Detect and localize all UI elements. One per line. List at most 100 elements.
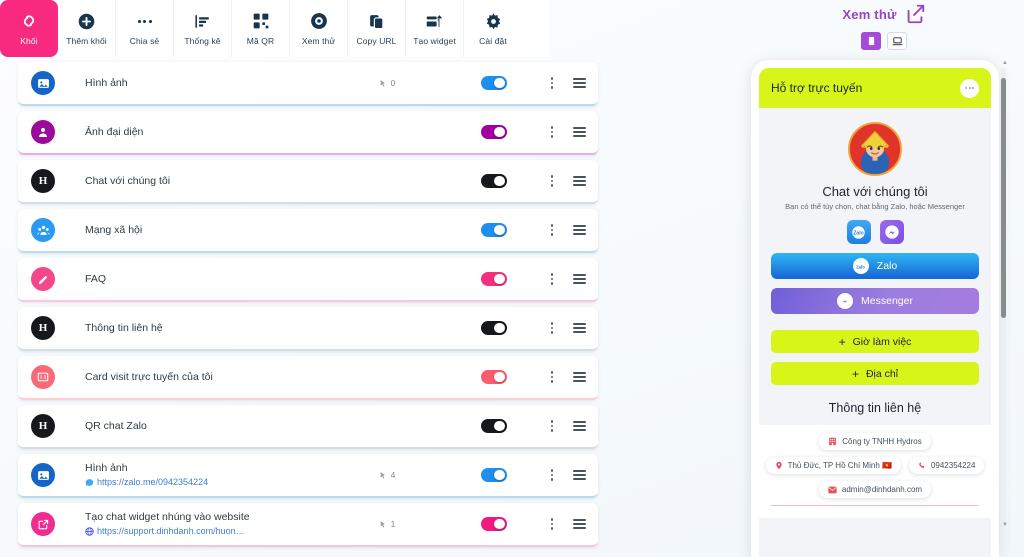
zalo-mini-icon[interactable]: Zalo bbox=[846, 220, 871, 244]
working-hours-label: Giờ làm việc bbox=[852, 335, 912, 348]
row-menu-icon[interactable] bbox=[549, 369, 555, 384]
row-toggle[interactable] bbox=[480, 468, 507, 482]
widget-preview-screen: Hỗ trợ trực tuyến Chat với chúng tôi Bạn… bbox=[759, 68, 991, 557]
row-texts: FAQ bbox=[85, 273, 361, 286]
table-row[interactable]: Hình ảnh https://zalo.me/0942354224 4 bbox=[18, 454, 598, 498]
toolbar-item-copy-url[interactable]: Copy URL bbox=[348, 0, 406, 57]
row-actions bbox=[549, 124, 586, 139]
toolbar-item-cai-dat[interactable]: Cài đặt bbox=[464, 0, 522, 57]
row-menu-icon[interactable] bbox=[549, 124, 555, 139]
eye-icon bbox=[310, 11, 328, 31]
row-menu-icon[interactable] bbox=[549, 418, 555, 433]
plus-icon: + bbox=[838, 334, 846, 349]
drag-handle-icon[interactable] bbox=[573, 223, 586, 237]
email-chip[interactable]: admin@dinhdanh.com bbox=[818, 481, 932, 498]
image-icon bbox=[31, 71, 55, 95]
preview-scrollbar[interactable] bbox=[1001, 68, 1006, 523]
row-click-count: 4 bbox=[379, 470, 439, 480]
row-toggle[interactable] bbox=[480, 76, 507, 90]
toolbar-item-xem-thu[interactable]: Xem thử bbox=[290, 0, 348, 57]
row-toggle[interactable] bbox=[480, 419, 507, 433]
row-menu-icon[interactable] bbox=[549, 467, 555, 482]
pin-icon bbox=[775, 461, 782, 470]
toolbar-label: Xem thử bbox=[301, 36, 336, 46]
drag-handle-icon[interactable] bbox=[573, 517, 586, 531]
row-menu-icon[interactable] bbox=[549, 222, 555, 237]
address-chip[interactable]: Thủ Đức, TP Hồ Chí Minh 🇻🇳 bbox=[765, 457, 901, 474]
row-toggle[interactable] bbox=[480, 125, 507, 139]
row-menu-icon[interactable] bbox=[549, 271, 555, 286]
table-row[interactable]: FAQ bbox=[18, 258, 598, 302]
share-icon[interactable] bbox=[904, 3, 926, 25]
preview-title: Xem thử bbox=[842, 6, 897, 22]
toolbar-item-tao-widget[interactable]: Tạo widget bbox=[406, 0, 464, 57]
drag-handle-icon[interactable] bbox=[573, 419, 586, 433]
row-actions bbox=[549, 516, 586, 531]
table-row[interactable]: H Chat với chúng tôi bbox=[18, 160, 598, 204]
globe-icon bbox=[85, 526, 94, 536]
toolbar-item-ma-qr[interactable]: Mã QR bbox=[232, 0, 290, 57]
table-row[interactable]: H Thông tin liên hệ bbox=[18, 307, 598, 351]
table-row[interactable]: Hình ảnh 0 bbox=[18, 62, 598, 106]
working-hours-button[interactable]: + Giờ làm việc bbox=[771, 330, 979, 353]
row-toggle[interactable] bbox=[480, 174, 507, 188]
table-row[interactable]: H QR chat Zalo bbox=[18, 405, 598, 449]
scroll-up-arrow-icon[interactable]: ▲ bbox=[1002, 60, 1008, 66]
messenger-button[interactable]: Messenger bbox=[771, 288, 979, 314]
drag-handle-icon[interactable] bbox=[573, 468, 586, 482]
row-menu-icon[interactable] bbox=[549, 173, 555, 188]
zalo-icon bbox=[85, 478, 94, 486]
phone-icon bbox=[868, 36, 874, 46]
toolbar-item-thong-ke[interactable]: Thống kê bbox=[174, 0, 232, 57]
toolbar-item-khoi[interactable]: Khối bbox=[0, 0, 58, 57]
scroll-down-arrow-icon[interactable]: ▼ bbox=[1002, 522, 1008, 528]
drag-handle-icon[interactable] bbox=[573, 125, 586, 139]
zalo-button-label: Zalo bbox=[876, 260, 898, 272]
drag-handle-icon[interactable] bbox=[573, 272, 586, 286]
row-toggle[interactable] bbox=[480, 517, 507, 531]
row-toggle[interactable] bbox=[480, 272, 507, 286]
row-toggle-wrap bbox=[439, 125, 549, 139]
address-button[interactable]: + Địa chỉ bbox=[771, 362, 979, 385]
row-toggle[interactable] bbox=[480, 321, 507, 335]
toolbar-label: Thêm khối bbox=[66, 36, 107, 46]
company-chip[interactable]: Công ty TNHH Hydros bbox=[819, 433, 931, 450]
scrollbar-thumb[interactable] bbox=[1001, 78, 1006, 318]
row-url[interactable]: https://zalo.me/0942354224 bbox=[85, 476, 361, 488]
drag-handle-icon[interactable] bbox=[573, 321, 586, 335]
row-url[interactable]: https://support.dinhdanh.com/huon… bbox=[85, 525, 361, 537]
row-texts: Chat với chúng tôi bbox=[85, 175, 361, 188]
drag-handle-icon[interactable] bbox=[573, 76, 586, 90]
email-chip-text: admin@dinhdanh.com bbox=[841, 485, 923, 494]
row-menu-icon[interactable] bbox=[549, 75, 555, 90]
cursor-click-icon bbox=[380, 520, 385, 528]
drag-handle-icon[interactable] bbox=[573, 370, 586, 384]
row-toggle[interactable] bbox=[480, 370, 507, 384]
letter-h-icon: H bbox=[31, 414, 55, 438]
table-row[interactable]: Tạo chat widget nhúng vào website https:… bbox=[18, 503, 598, 547]
phone-mockup: Hỗ trợ trực tuyến Chat với chúng tôi Bạn… bbox=[751, 60, 999, 557]
phone-chip[interactable]: 0942354224 bbox=[908, 457, 985, 474]
row-toggle[interactable] bbox=[480, 223, 507, 237]
table-row[interactable]: Card visit trực tuyến của tôi bbox=[18, 356, 598, 400]
toolbar-item-them-khoi[interactable]: Thêm khối bbox=[58, 0, 116, 57]
row-actions bbox=[549, 418, 586, 433]
messenger-mini-icon[interactable] bbox=[879, 220, 904, 244]
row-click-count: 1 bbox=[379, 519, 439, 529]
zalo-button[interactable]: Zalo Zalo bbox=[771, 253, 979, 279]
zalo-icon: Zalo bbox=[852, 258, 869, 274]
desktop-view-button[interactable] bbox=[887, 32, 907, 50]
block-list: Hình ảnh 0 Ảnh đại diện H Chat với chúng… bbox=[18, 62, 598, 552]
row-title: FAQ bbox=[85, 272, 107, 285]
row-toggle-wrap bbox=[439, 370, 549, 384]
table-row[interactable]: Mạng xã hội bbox=[18, 209, 598, 253]
table-row[interactable]: Ảnh đại diện bbox=[18, 111, 598, 155]
drag-handle-icon[interactable] bbox=[573, 174, 586, 188]
row-menu-icon[interactable] bbox=[549, 320, 555, 335]
row-menu-icon[interactable] bbox=[549, 516, 555, 531]
avatar-wrap bbox=[771, 122, 979, 176]
more-icon[interactable] bbox=[960, 78, 979, 98]
mobile-view-button[interactable] bbox=[861, 32, 881, 50]
divider bbox=[771, 505, 979, 506]
toolbar-item-chia-se[interactable]: Chia sẻ bbox=[116, 0, 174, 57]
